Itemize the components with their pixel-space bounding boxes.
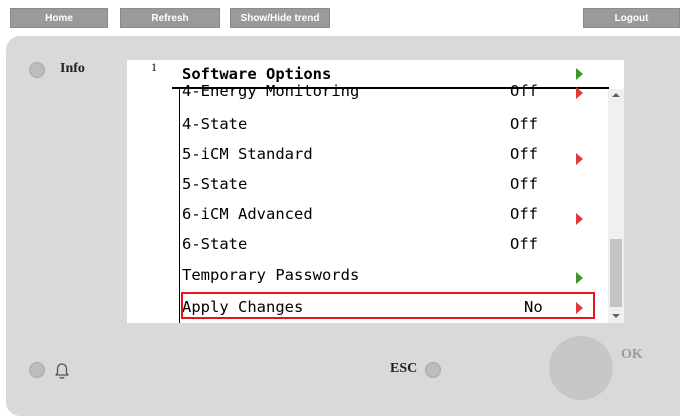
selection-highlight <box>181 292 595 319</box>
row-label: Temporary Passwords <box>182 266 360 284</box>
scroll-thumb[interactable] <box>610 239 622 307</box>
row-label: 4-Energy Monitoring <box>182 82 360 100</box>
esc-button[interactable] <box>425 362 441 378</box>
logout-button[interactable]: Logout <box>583 8 680 28</box>
row-label: 5-iCM Standard <box>182 145 313 163</box>
temporary-passwords-arrow-icon[interactable] <box>576 272 583 284</box>
esc-label: ESC <box>390 361 418 376</box>
row-value: Off <box>510 115 538 133</box>
row-label: 6-iCM Advanced <box>182 205 313 223</box>
menu-row[interactable]: 6-State Off <box>182 235 602 265</box>
title-arrow-icon[interactable] <box>576 68 583 80</box>
menu-row[interactable]: 5-iCM Standard Off <box>182 145 602 175</box>
left-divider <box>179 88 180 323</box>
menu-row[interactable]: 6-iCM Advanced Off <box>182 205 602 235</box>
refresh-button[interactable]: Refresh <box>120 8 220 28</box>
show-hide-trend-button[interactable]: Show/Hide trend <box>230 8 330 28</box>
row-value: Off <box>510 82 538 100</box>
menu-row[interactable]: 4-Energy Monitoring Off <box>182 82 602 112</box>
energy-monitoring-arrow-icon[interactable] <box>576 87 583 99</box>
home-button[interactable]: Home <box>10 8 108 28</box>
icm-standard-arrow-icon[interactable] <box>576 153 583 165</box>
info-label: Info <box>60 61 85 76</box>
row-value: Off <box>510 205 538 223</box>
scroll-up-icon[interactable] <box>612 93 620 97</box>
alarm-led[interactable] <box>29 362 45 378</box>
screen-title: Software Options <box>182 65 332 83</box>
menu-row[interactable]: 5-State Off <box>182 175 602 205</box>
ok-label: OK <box>621 347 643 362</box>
row-value: Off <box>510 145 538 163</box>
info-led[interactable] <box>29 62 45 78</box>
row-value: Off <box>510 235 538 253</box>
bell-icon[interactable] <box>51 360 73 382</box>
scrollbar[interactable] <box>608 89 624 323</box>
page-number: 1 <box>151 60 157 74</box>
row-value: Off <box>510 175 538 193</box>
row-label: 4-State <box>182 115 248 133</box>
scroll-down-icon[interactable] <box>612 314 620 318</box>
icm-advanced-arrow-icon[interactable] <box>576 213 583 225</box>
row-label: 6-State <box>182 235 248 253</box>
ok-knob[interactable] <box>549 336 613 400</box>
row-label: 5-State <box>182 175 248 193</box>
menu-row[interactable]: 4-State Off <box>182 115 602 145</box>
display-screen: 1 Software Options 4-Energy Monitoring O… <box>127 60 624 323</box>
